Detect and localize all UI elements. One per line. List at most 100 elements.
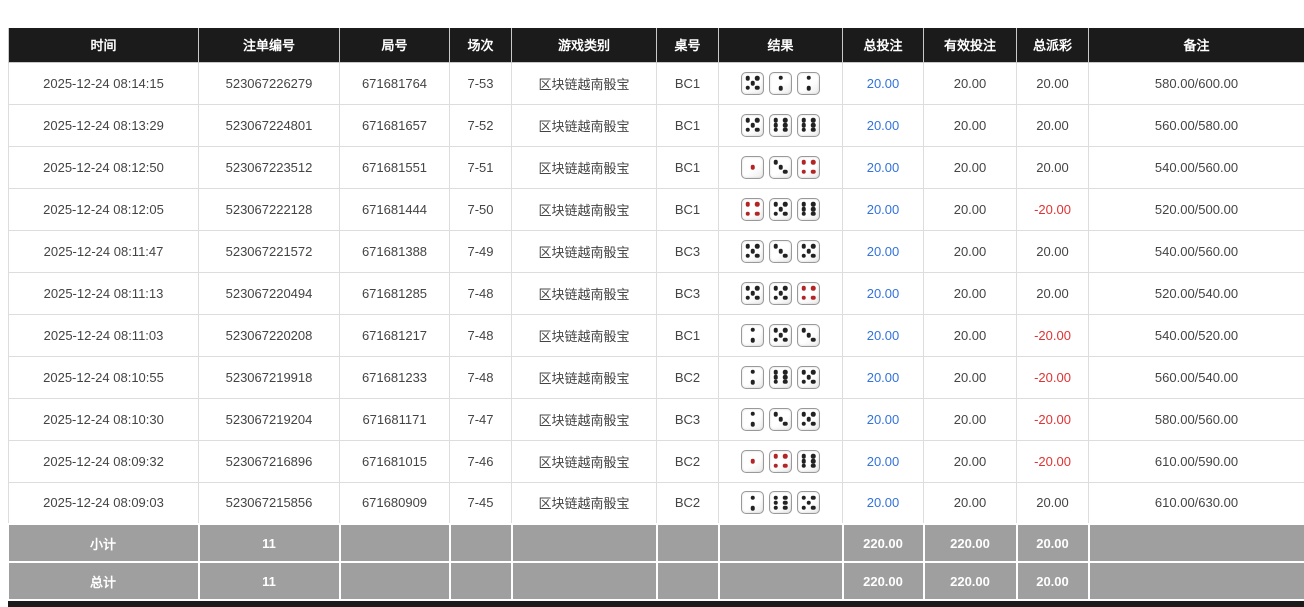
cell-bet_id: 523067219918 xyxy=(199,356,340,398)
cell-bet_id: 523067215856 xyxy=(199,482,340,524)
footer-cell-round_id xyxy=(340,524,450,562)
col-header-time: 时间 xyxy=(9,28,199,62)
cell-total_bet[interactable]: 20.00 xyxy=(843,104,924,146)
cell-valid_bet: 20.00 xyxy=(924,314,1017,356)
cell-remark: 520.00/500.00 xyxy=(1089,188,1304,230)
cell-table_no: BC1 xyxy=(657,188,719,230)
footer-cell-remark xyxy=(1089,524,1304,562)
cell-remark: 610.00/630.00 xyxy=(1089,482,1304,524)
cell-time: 2025-12-24 08:12:50 xyxy=(9,146,199,188)
footer-cell-bet_id: 11 xyxy=(199,562,340,600)
die-5-icon xyxy=(797,408,820,431)
die-4-icon xyxy=(797,156,820,179)
dice-result-icons xyxy=(719,491,842,514)
footer-cell-total_bet: 220.00 xyxy=(843,524,924,562)
cell-remark: 540.00/520.00 xyxy=(1089,314,1304,356)
die-6-icon xyxy=(769,491,792,514)
cell-time: 2025-12-24 08:11:47 xyxy=(9,230,199,272)
cell-game: 区块链越南骰宝 xyxy=(512,482,657,524)
die-3-icon xyxy=(769,408,792,431)
dice-result-icons xyxy=(719,240,842,263)
cell-round_id: 671681015 xyxy=(340,440,450,482)
cell-total_bet[interactable]: 20.00 xyxy=(843,482,924,524)
cell-remark: 520.00/540.00 xyxy=(1089,272,1304,314)
die-5-icon xyxy=(741,240,764,263)
cell-total_bet[interactable]: 20.00 xyxy=(843,62,924,104)
footer-cell-valid_bet: 220.00 xyxy=(924,562,1017,600)
cell-payout: -20.00 xyxy=(1017,314,1089,356)
col-header-valid_bet: 有效投注 xyxy=(924,28,1017,62)
cell-valid_bet: 20.00 xyxy=(924,62,1017,104)
cell-session: 7-49 xyxy=(450,230,512,272)
col-header-table_no: 桌号 xyxy=(657,28,719,62)
die-2-icon xyxy=(769,72,792,95)
cell-payout: 20.00 xyxy=(1017,146,1089,188)
cell-game: 区块链越南骰宝 xyxy=(512,146,657,188)
cell-bet_id: 523067219204 xyxy=(199,398,340,440)
die-5-icon xyxy=(797,491,820,514)
cell-bet_id: 523067223512 xyxy=(199,146,340,188)
die-3-icon xyxy=(769,156,792,179)
die-5-icon xyxy=(797,366,820,389)
cell-total_bet[interactable]: 20.00 xyxy=(843,314,924,356)
cell-game: 区块链越南骰宝 xyxy=(512,440,657,482)
footer-cell-result xyxy=(719,524,843,562)
cell-time: 2025-12-24 08:11:03 xyxy=(9,314,199,356)
dice-result-icons xyxy=(719,282,842,305)
cell-time: 2025-12-24 08:10:55 xyxy=(9,356,199,398)
betting-records-table-wrap: 时间注单编号局号场次游戏类别桌号结果总投注有效投注总派彩备注 2025-12-2… xyxy=(8,28,1304,607)
die-1-icon xyxy=(741,156,764,179)
cell-total_bet[interactable]: 20.00 xyxy=(843,188,924,230)
die-2-icon xyxy=(797,72,820,95)
cell-total_bet[interactable]: 20.00 xyxy=(843,146,924,188)
cell-time: 2025-12-24 08:12:05 xyxy=(9,188,199,230)
die-1-icon xyxy=(741,450,764,473)
table-row: 2025-12-24 08:09:32523067216896671681015… xyxy=(9,440,1304,482)
betting-records-table: 时间注单编号局号场次游戏类别桌号结果总投注有效投注总派彩备注 2025-12-2… xyxy=(8,28,1304,601)
cell-session: 7-48 xyxy=(450,314,512,356)
footer-cell-game xyxy=(512,524,657,562)
footer-cell-time: 小计 xyxy=(9,524,199,562)
cell-round_id: 671681444 xyxy=(340,188,450,230)
cell-valid_bet: 20.00 xyxy=(924,104,1017,146)
cell-round_id: 671681388 xyxy=(340,230,450,272)
cell-table_no: BC3 xyxy=(657,398,719,440)
cell-time: 2025-12-24 08:10:30 xyxy=(9,398,199,440)
table-row: 2025-12-24 08:10:30523067219204671681171… xyxy=(9,398,1304,440)
cell-session: 7-53 xyxy=(450,62,512,104)
die-5-icon xyxy=(797,240,820,263)
cell-round_id: 671681551 xyxy=(340,146,450,188)
cell-game: 区块链越南骰宝 xyxy=(512,356,657,398)
cell-result xyxy=(719,146,843,188)
die-2-icon xyxy=(741,324,764,347)
cell-game: 区块链越南骰宝 xyxy=(512,62,657,104)
cell-total_bet[interactable]: 20.00 xyxy=(843,230,924,272)
cell-game: 区块链越南骰宝 xyxy=(512,314,657,356)
cell-total_bet[interactable]: 20.00 xyxy=(843,356,924,398)
table-row: 2025-12-24 08:11:47523067221572671681388… xyxy=(9,230,1304,272)
table-header: 时间注单编号局号场次游戏类别桌号结果总投注有效投注总派彩备注 xyxy=(9,28,1304,62)
cell-total_bet[interactable]: 20.00 xyxy=(843,272,924,314)
cell-payout: 20.00 xyxy=(1017,104,1089,146)
cell-result xyxy=(719,314,843,356)
cell-valid_bet: 20.00 xyxy=(924,188,1017,230)
dice-result-icons xyxy=(719,156,842,179)
col-header-session: 场次 xyxy=(450,28,512,62)
cell-total_bet[interactable]: 20.00 xyxy=(843,440,924,482)
cell-valid_bet: 20.00 xyxy=(924,440,1017,482)
die-6-icon xyxy=(769,114,792,137)
cell-game: 区块链越南骰宝 xyxy=(512,272,657,314)
footer-cell-bet_id: 11 xyxy=(199,524,340,562)
cell-session: 7-48 xyxy=(450,356,512,398)
table-row: 2025-12-24 08:14:15523067226279671681764… xyxy=(9,62,1304,104)
betting-records-page: 时间注单编号局号场次游戏类别桌号结果总投注有效投注总派彩备注 2025-12-2… xyxy=(0,0,1304,607)
cell-result xyxy=(719,62,843,104)
cell-game: 区块链越南骰宝 xyxy=(512,104,657,146)
table-body: 2025-12-24 08:14:15523067226279671681764… xyxy=(9,62,1304,524)
cell-valid_bet: 20.00 xyxy=(924,230,1017,272)
col-header-remark: 备注 xyxy=(1089,28,1304,62)
table-footer: 小计11220.00220.0020.00总计11220.00220.0020.… xyxy=(9,524,1304,600)
cell-total_bet[interactable]: 20.00 xyxy=(843,398,924,440)
die-6-icon xyxy=(769,366,792,389)
die-4-icon xyxy=(769,450,792,473)
